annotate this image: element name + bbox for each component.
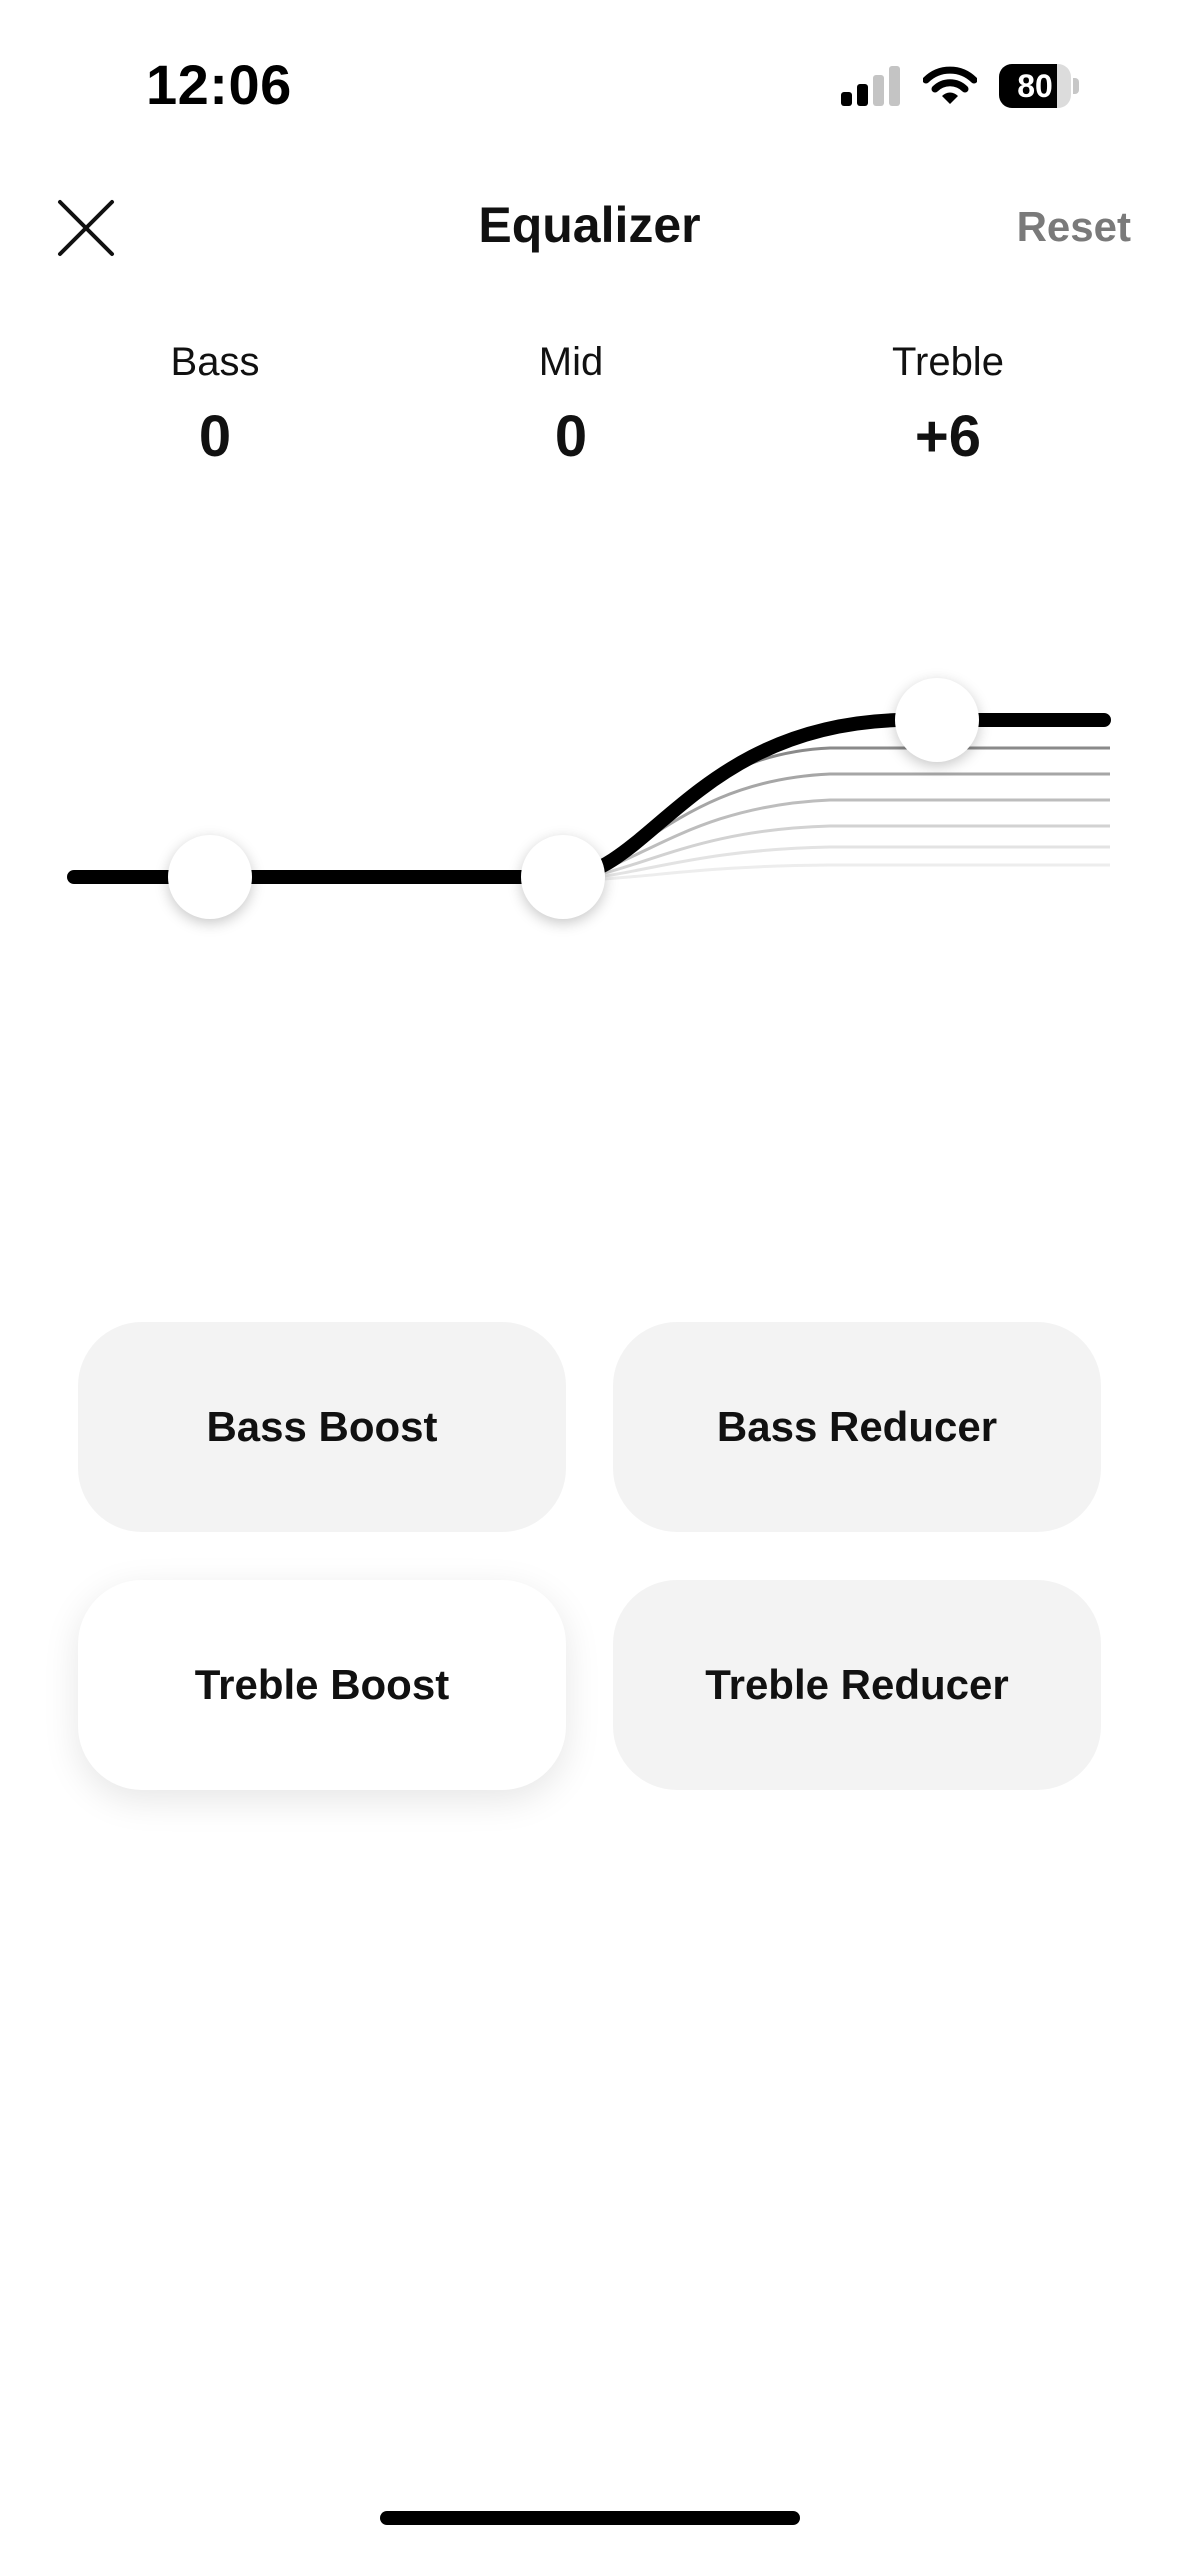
bass-boost-button[interactable]: Bass Boost: [78, 1322, 566, 1532]
battery-body: 80: [999, 64, 1071, 108]
eq-ghost-curve-2: [567, 845, 1110, 882]
eq-ghost-curve-5: [567, 772, 1110, 882]
band-bass: Bass 0: [85, 340, 345, 470]
reset-button[interactable]: Reset: [1017, 203, 1131, 251]
band-treble-value: +6: [914, 404, 982, 469]
eq-ghost-curve-4: [567, 798, 1110, 882]
eq-ghost-curve-3: [567, 824, 1110, 882]
band-mid: Mid 0: [441, 340, 701, 470]
eq-ghost-curve-1: [567, 863, 1110, 882]
eq-ghost-curve-6: [567, 746, 1110, 882]
equalizer-screen: 12:06 80 Equalizer Reset Bass 0 Mid 0 Tr…: [0, 0, 1179, 2556]
band-treble: Treble +6: [818, 340, 1078, 470]
treble-boost-button[interactable]: Treble Boost: [78, 1580, 566, 1790]
status-time: 12:06: [146, 53, 292, 116]
battery-icon: 80: [999, 64, 1079, 108]
band-bass-value: 0: [198, 404, 232, 469]
home-indicator[interactable]: [380, 2511, 800, 2525]
status-icons: 80: [841, 62, 1079, 110]
band-treble-label: Treble: [892, 340, 1004, 384]
wifi-icon: [923, 66, 977, 104]
battery-level: 80: [1017, 68, 1053, 104]
page-title: Equalizer: [478, 197, 701, 253]
band-bass-label: Bass: [170, 340, 260, 384]
bass-handle[interactable]: [168, 835, 252, 919]
bass-reducer-button[interactable]: Bass Reducer: [613, 1322, 1101, 1532]
treble-handle[interactable]: [895, 678, 979, 762]
battery-nub: [1073, 78, 1079, 94]
mid-handle[interactable]: [521, 835, 605, 919]
band-mid-label: Mid: [538, 340, 604, 384]
treble-reducer-button[interactable]: Treble Reducer: [613, 1580, 1101, 1790]
cellular-signal-icon: [841, 66, 900, 106]
band-mid-value: 0: [554, 404, 588, 469]
